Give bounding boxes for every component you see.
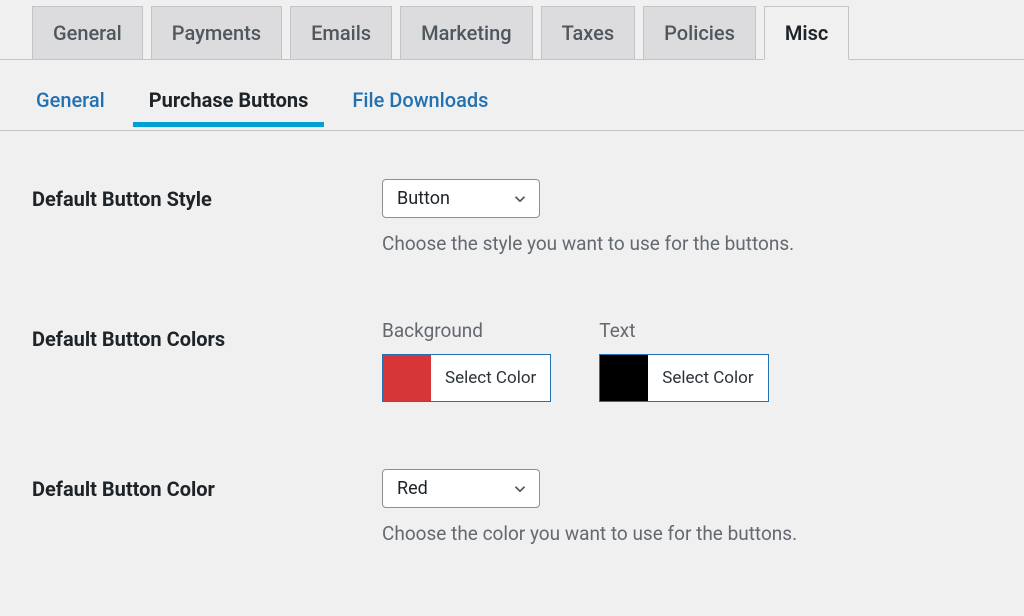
row-default-button-style: Default Button Style Button Choose the s… [32,179,992,255]
color-picker-text-label: Select Color [648,355,767,401]
label-default-button-style: Default Button Style [32,179,382,211]
tab-payments[interactable]: Payments [151,6,282,59]
color-swatch-background [383,355,431,401]
color-group: Background Select Color Text Select Colo… [382,319,992,405]
select-button-style-value: Button [397,188,450,209]
select-button-color-value: Red [397,478,428,499]
select-button-style[interactable]: Button [382,179,540,218]
subtab-purchase-buttons[interactable]: Purchase Buttons [145,82,313,126]
tab-emails[interactable]: Emails [290,6,392,59]
control-area-button-style: Button Choose the style you want to use … [382,179,992,255]
row-default-button-color: Default Button Color Red Choose the colo… [32,469,992,545]
subtab-general[interactable]: General [32,82,109,126]
select-button-color[interactable]: Red [382,469,540,508]
control-area-button-colors: Background Select Color Text Select Colo… [382,319,992,405]
color-swatch-text [600,355,648,401]
color-field-text: Text Select Color [599,319,768,405]
tab-general[interactable]: General [32,6,143,59]
chevron-down-icon [511,190,529,208]
chevron-down-icon [511,480,529,498]
control-area-button-color: Red Choose the color you want to use for… [382,469,992,545]
settings-form: Default Button Style Button Choose the s… [0,131,1024,545]
help-button-style: Choose the style you want to use for the… [382,232,992,255]
label-default-button-color: Default Button Color [32,469,382,501]
main-tab-bar: General Payments Emails Marketing Taxes … [0,0,1024,60]
tab-policies[interactable]: Policies [643,6,756,59]
row-default-button-colors: Default Button Colors Background Select … [32,319,992,405]
color-picker-background[interactable]: Select Color [382,354,551,402]
label-default-button-colors: Default Button Colors [32,319,382,351]
tab-marketing[interactable]: Marketing [400,6,533,59]
sublabel-text: Text [599,319,768,342]
sub-tab-bar: General Purchase Buttons File Downloads [0,60,1024,131]
sublabel-background: Background [382,319,551,342]
color-picker-text[interactable]: Select Color [599,354,768,402]
color-field-background: Background Select Color [382,319,551,405]
tab-taxes[interactable]: Taxes [541,6,636,59]
tab-misc[interactable]: Misc [764,6,849,60]
subtab-file-downloads[interactable]: File Downloads [348,82,492,126]
color-picker-background-label: Select Color [431,355,550,401]
help-button-color: Choose the color you want to use for the… [382,522,992,545]
